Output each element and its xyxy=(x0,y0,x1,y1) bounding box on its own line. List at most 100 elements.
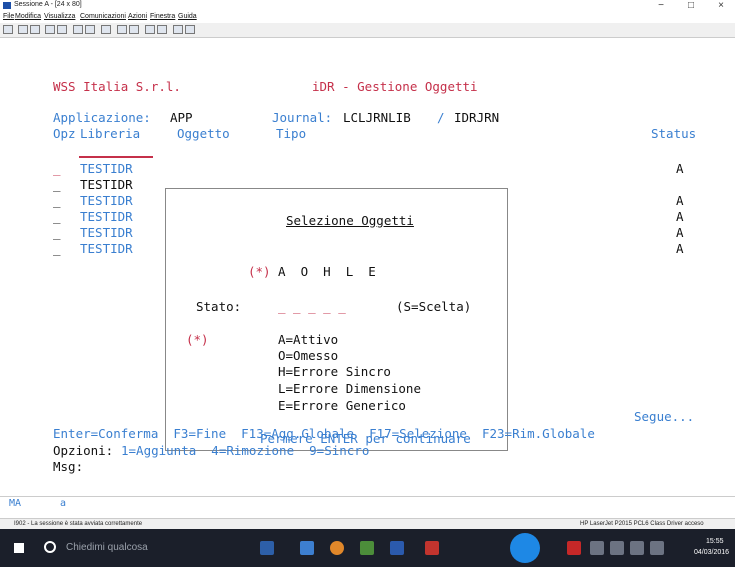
help-icon[interactable] xyxy=(173,25,183,34)
row-option-input[interactable]: _ xyxy=(53,194,61,208)
windows-start-icon[interactable] xyxy=(14,543,24,553)
legend-star: (*) xyxy=(186,332,209,347)
row-option-input[interactable]: _ xyxy=(53,242,61,256)
menu-guida[interactable]: Guida xyxy=(178,13,197,20)
journal-label: Journal: xyxy=(272,110,333,125)
status-message: I902 - La sessione è stata avviata corre… xyxy=(14,521,143,527)
row-option-input[interactable]: _ xyxy=(53,226,61,240)
journal-separator: / xyxy=(437,110,445,125)
ma-label: MA xyxy=(9,498,22,509)
title-bar: Sessione A - [24 x 80] − □ × xyxy=(0,0,735,12)
row-status: A xyxy=(676,209,684,224)
display-icon[interactable] xyxy=(73,25,83,34)
terminal-screen[interactable]: WSS Italia S.r.l. iDR - Gestione Oggetti… xyxy=(0,38,735,496)
column-tipo: Tipo xyxy=(276,126,307,141)
journal-library: LCLJRNLIB xyxy=(343,110,411,125)
menu-bar: File Modifica Visualizza Comunicazioni A… xyxy=(0,12,735,23)
send-icon[interactable] xyxy=(45,25,55,34)
row-library: TESTIDR xyxy=(80,161,133,176)
menu-comunicazioni[interactable]: Comunicazioni xyxy=(80,13,126,20)
printer-status: HP LaserJet P2015 PCL6 Class Driver acce… xyxy=(580,521,704,527)
row-library: TESTIDR xyxy=(80,209,133,224)
dialog-title: Selezione Oggetti xyxy=(286,213,414,228)
opzioni-values: 1=Aggiunta 4=Rimozione 9=Sincro xyxy=(121,443,370,458)
legend-errore-generico: E=Errore Generico xyxy=(278,398,406,413)
legend-omesso: O=Omesso xyxy=(278,348,339,363)
application-value: APP xyxy=(170,110,193,125)
cursor-underline xyxy=(79,156,153,158)
stato-input[interactable]: _ _ _ _ _ xyxy=(278,300,346,314)
battery-icon xyxy=(590,541,604,555)
journal-name: IDRJRN xyxy=(454,110,500,125)
emulator-icon[interactable] xyxy=(360,541,374,555)
row-library: TESTIDR xyxy=(80,177,133,192)
operator-info-area: MA a xyxy=(0,496,735,511)
screen-title: iDR - Gestione Oggetti xyxy=(312,79,478,94)
clock-time: 15:55 xyxy=(706,538,724,545)
row-status: A xyxy=(676,241,684,256)
row-library: TESTIDR xyxy=(80,241,133,256)
menu-file[interactable]: File xyxy=(3,13,14,20)
application-label: Applicazione: xyxy=(53,110,151,125)
column-status: Status xyxy=(651,126,697,141)
status-letters: A O H L E xyxy=(278,264,376,279)
network-icon[interactable] xyxy=(630,541,644,555)
opzioni-label: Opzioni: xyxy=(53,443,114,458)
cortana-icon[interactable] xyxy=(44,541,56,553)
row-status: A xyxy=(676,225,684,240)
copy-icon[interactable] xyxy=(18,25,28,34)
transfer-up-icon[interactable] xyxy=(145,25,155,34)
keyboard-icon[interactable] xyxy=(85,25,95,34)
paste-icon[interactable] xyxy=(30,25,40,34)
app-icon xyxy=(3,2,11,9)
toolbar xyxy=(0,23,735,38)
menu-finestra[interactable]: Finestra xyxy=(150,13,175,20)
record-icon[interactable] xyxy=(117,25,127,34)
clock-date: 04/03/2016 xyxy=(694,549,730,556)
legend-errore-sincro: H=Errore Sincro xyxy=(278,364,391,379)
word-icon[interactable] xyxy=(390,541,404,555)
menu-azioni[interactable]: Azioni xyxy=(128,13,147,20)
powerpoint-icon[interactable] xyxy=(425,541,439,555)
windows-taskbar: Chiedimi qualcosa 15:55 04/03/2016 xyxy=(0,529,735,567)
menu-modifica[interactable]: Modifica xyxy=(15,13,41,20)
maximize-button[interactable]: □ xyxy=(680,0,702,11)
column-oggetto: Oggetto xyxy=(177,126,230,141)
row-library: TESTIDR xyxy=(80,225,133,240)
minimize-button[interactable]: − xyxy=(650,0,672,11)
help-circle-icon[interactable] xyxy=(510,533,540,563)
notification-icon[interactable] xyxy=(650,541,664,555)
msg-label: Msg: xyxy=(53,459,84,474)
column-opz: Opz xyxy=(53,126,76,141)
play-icon[interactable] xyxy=(129,25,139,34)
print-icon[interactable] xyxy=(3,25,13,34)
legend-errore-dimensione: L=Errore Dimensione xyxy=(278,381,421,396)
macro-icon[interactable] xyxy=(101,25,111,34)
chrome-icon[interactable] xyxy=(330,541,344,555)
menu-visualizza[interactable]: Visualizza xyxy=(44,13,75,20)
function-keys: Enter=Conferma F3=Fine F13=Agg.Globale F… xyxy=(53,426,595,441)
explorer-icon[interactable] xyxy=(300,541,314,555)
search-box[interactable]: Chiedimi qualcosa xyxy=(66,542,148,553)
close-button[interactable]: × xyxy=(710,0,732,11)
tray-app-icon[interactable] xyxy=(567,541,581,555)
legend-attivo: A=Attivo xyxy=(278,332,339,347)
stato-label: Stato: xyxy=(196,299,242,314)
edit-icon[interactable] xyxy=(185,25,195,34)
transfer-down-icon[interactable] xyxy=(157,25,167,34)
column-libreria: Libreria xyxy=(80,126,141,141)
receive-icon[interactable] xyxy=(57,25,67,34)
stato-hint: (S=Scelta) xyxy=(396,299,472,314)
ma-value: a xyxy=(60,498,67,509)
window-title: Sessione A - [24 x 80] xyxy=(14,1,82,8)
company-name: WSS Italia S.r.l. xyxy=(53,79,181,94)
row-option-input[interactable]: _ xyxy=(53,162,61,176)
volume-icon[interactable] xyxy=(610,541,624,555)
selezione-oggetti-dialog: Selezione Oggetti (*) A O H L E Stato: _… xyxy=(165,188,508,451)
row-option-input[interactable]: _ xyxy=(53,210,61,224)
segue-indicator: Segue... xyxy=(634,409,695,424)
task-view-icon[interactable] xyxy=(260,541,274,555)
selection-star: (*) xyxy=(248,264,271,279)
row-library: TESTIDR xyxy=(80,193,133,208)
row-option-input[interactable]: _ xyxy=(53,178,61,192)
